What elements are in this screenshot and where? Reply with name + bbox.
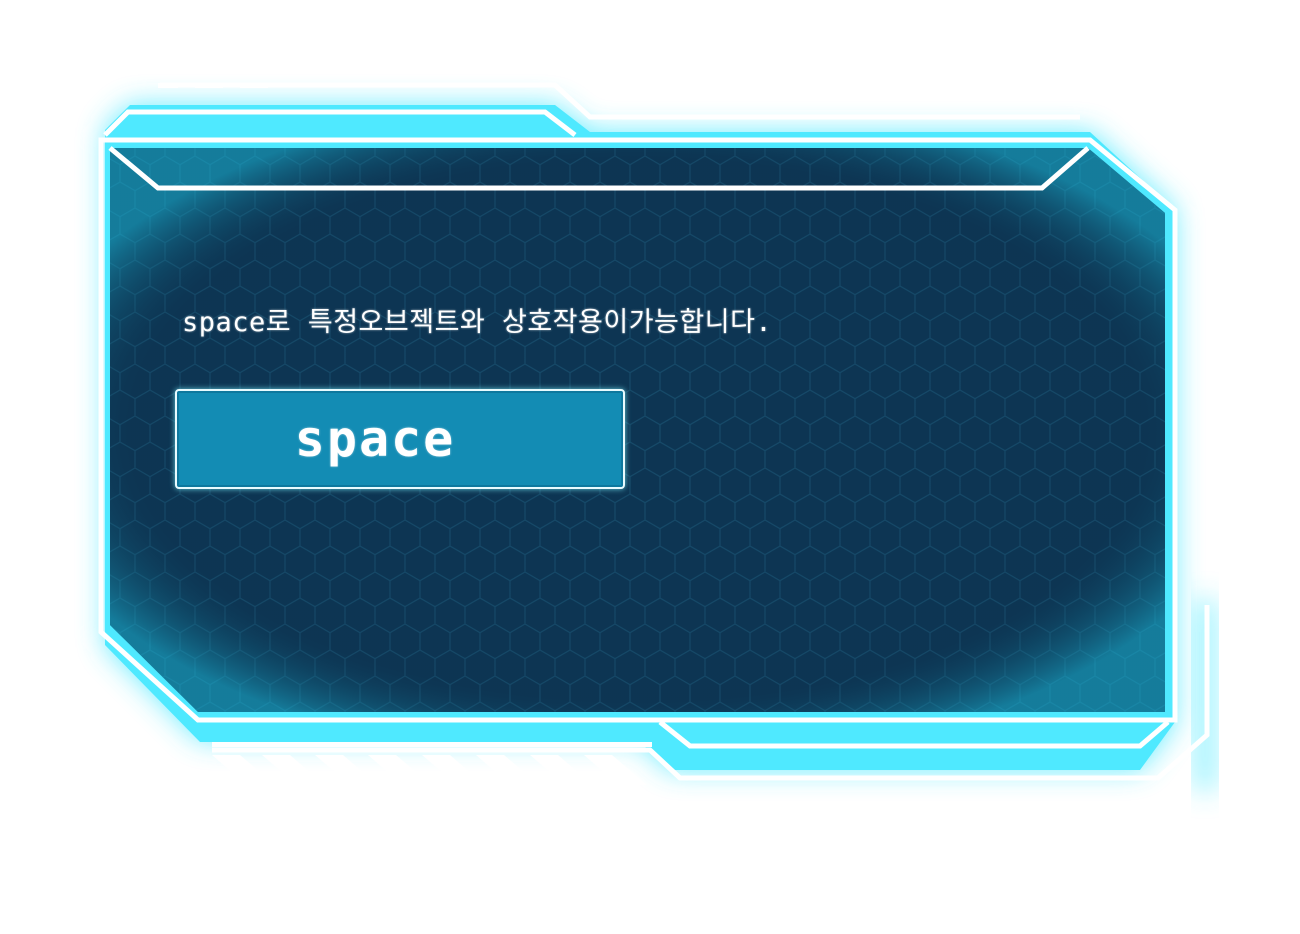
interaction-hint-text: space로 특정오브젝트와 상호작용이가능합니다. [182,307,773,338]
tutorial-popup: space로 특정오브젝트와 상호작용이가능합니다. space [0,0,1300,934]
space-key-button[interactable]: space [175,389,625,489]
space-key-label: space [294,410,456,468]
